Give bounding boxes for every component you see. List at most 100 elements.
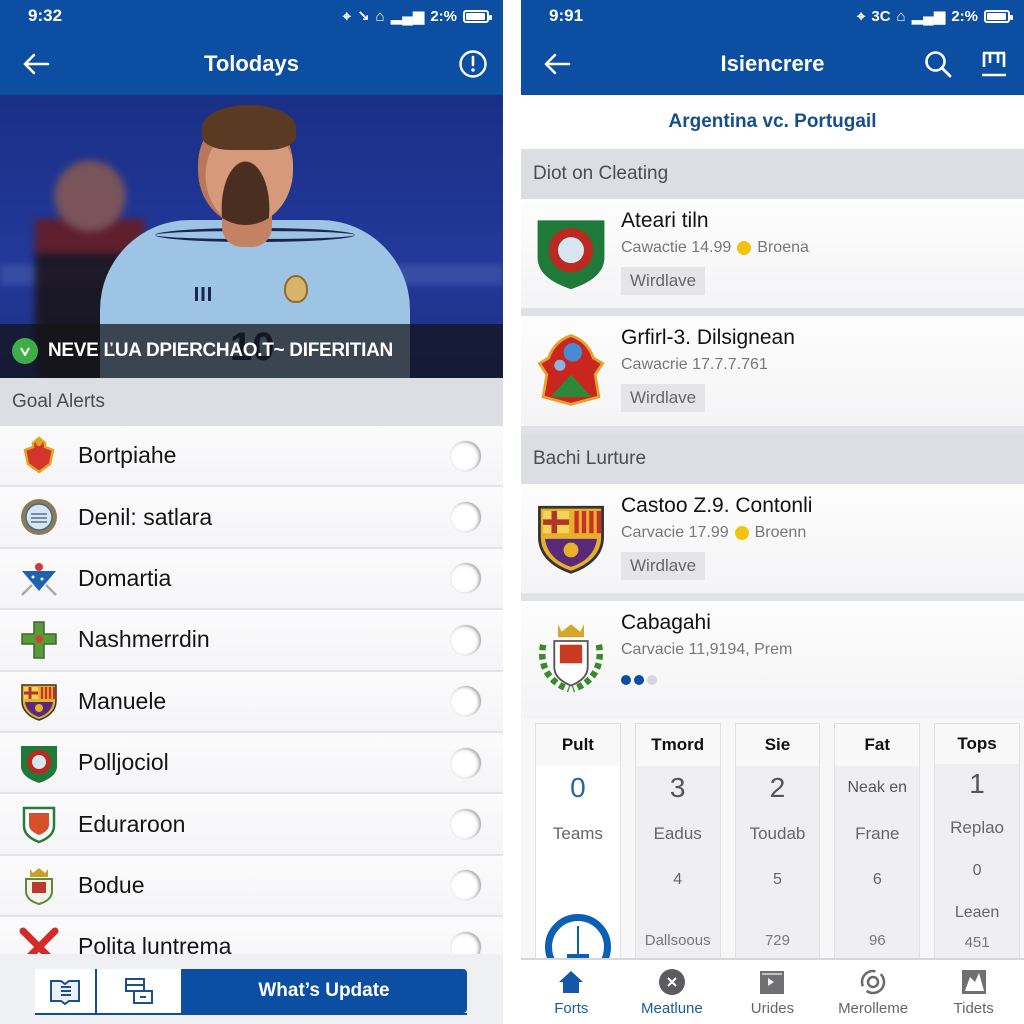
tab-forts[interactable]: Forts	[521, 960, 622, 1024]
home-network-icon: ⌂	[375, 7, 385, 25]
card-meta-row: Cawacrie 17.7.7.761	[621, 356, 795, 374]
tab-meatlune[interactable]: Meatlune	[622, 960, 723, 1024]
alert-toggle-radio[interactable]	[451, 624, 481, 655]
gauge-icon	[544, 914, 611, 962]
pager-dot[interactable]	[647, 675, 657, 685]
tab-tidets[interactable]: Tidets	[923, 960, 1024, 1024]
shirt-brand-icon	[190, 287, 216, 301]
goal-alert-row[interactable]: Polljociol	[0, 732, 503, 795]
stat-secondary: 6	[872, 871, 882, 888]
network-type-text: 3C	[871, 7, 891, 25]
bottom-tab-bar: Forts Meatlune Urides Merolleme Tidets	[521, 958, 1024, 1024]
striped-shield-crest-icon	[18, 678, 60, 724]
goal-alert-row[interactable]: Eduraroon	[0, 794, 503, 856]
alert-toggle-radio[interactable]	[451, 502, 481, 533]
team-name: Eduraroon	[78, 810, 186, 837]
read-button[interactable]	[35, 969, 97, 1013]
alert-button[interactable]	[449, 40, 497, 88]
green-shield-crest-icon	[521, 199, 621, 308]
round-seal-crest-icon	[18, 494, 60, 540]
tab-merolleme[interactable]: Merolleme	[823, 960, 924, 1024]
card-info: Ateari tiln Cawactie 14.99 Broena Wirdlave	[621, 199, 809, 308]
layout-button[interactable]	[97, 969, 181, 1013]
arrow-left-icon	[544, 53, 571, 74]
back-button[interactable]	[533, 40, 581, 88]
team-name: Bortpiahe	[78, 442, 177, 469]
goal-alert-row[interactable]: Bortpiahe	[0, 426, 503, 488]
team-name: Polljociol	[78, 749, 169, 776]
home-icon	[557, 968, 585, 996]
goal-alerts-header: Goal Alerts	[0, 378, 503, 426]
match-card[interactable]: Castoo Z.9. Contonli Carvacie 17.99 Broenn…	[521, 484, 1024, 601]
app-bar: Tolodays	[0, 32, 503, 95]
alert-toggle-radio[interactable]	[451, 440, 481, 471]
alert-toggle-radio[interactable]	[451, 809, 481, 840]
goal-alert-row[interactable]: Manuele	[0, 671, 503, 733]
card-meta-row: Carvacie 11,9194, Prem	[621, 641, 792, 659]
stat-header: Tmord	[635, 724, 720, 766]
goal-alert-row[interactable]: Bodue	[0, 855, 503, 918]
alert-toggle-radio[interactable]	[451, 870, 481, 901]
tab-label: Forts	[554, 1000, 589, 1017]
tray-button[interactable]	[970, 40, 1018, 88]
status-time: 9:32	[28, 6, 63, 25]
arrow-left-icon	[23, 53, 50, 74]
stat-column[interactable]: Pult 0 Teams	[535, 723, 621, 963]
stat-column[interactable]: Tops 1 Replao 0 Leaen 451	[934, 723, 1020, 963]
signal-icon: ▂▄▆	[390, 8, 425, 25]
card-tag[interactable]: Wirdlave	[621, 552, 706, 580]
pager-dot[interactable]	[621, 675, 631, 685]
section-header: Bachi Lurture	[521, 434, 1024, 484]
layout-icon	[125, 978, 153, 1004]
stat-column[interactable]: Fat Neak en Frane 6 96	[834, 723, 921, 963]
stat-value: Neak en	[847, 779, 908, 796]
card-pager	[621, 675, 792, 685]
battery-text: 2:%	[430, 7, 457, 25]
goal-alert-row[interactable]: Nashmerrdin	[0, 610, 503, 672]
goal-alert-row[interactable]: Denil: satlara	[0, 487, 503, 549]
card-tag[interactable]: Wirdlave	[621, 384, 706, 412]
card-title: Cabagahi	[621, 611, 711, 634]
target-icon	[859, 968, 887, 996]
team-name: Nashmerrdin	[78, 626, 210, 653]
card-title: Grfirl-3. Dilsignean	[621, 326, 795, 349]
match-card[interactable]: Ateari tiln Cawactie 14.99 Broena Wirdlave	[521, 199, 1024, 316]
tab-urides[interactable]: Urides	[722, 960, 823, 1024]
goal-alert-row[interactable]: Domartia	[0, 548, 503, 611]
section-header: Diot on Cleating	[521, 149, 1024, 199]
pager-dot[interactable]	[634, 675, 644, 685]
match-card[interactable]: Grfirl-3. Dilsignean Cawacrie 17.7.7.761 W…	[521, 316, 1024, 434]
card-meta-row: Carvacie 17.99 Broenn	[621, 524, 812, 542]
blue-chevron-crest-icon	[18, 555, 60, 601]
card-meta-row: Cawactie 14.99 Broena	[621, 239, 809, 257]
battery-icon	[984, 9, 1013, 23]
hero-caption: NEVE ĽUA DPIERCHAO.T~ DIFERITIAN	[0, 324, 503, 378]
hero-image[interactable]: 10 NEVE ĽUA DPIERCHAO.T~ DIFERITIAN	[0, 95, 503, 378]
stat-label: Frane	[855, 824, 900, 843]
signal-icon: ▂▄▆	[911, 8, 946, 25]
open-book-icon	[50, 980, 80, 1006]
alert-toggle-radio[interactable]	[451, 747, 481, 778]
card-info: Cabagahi Carvacie 11,9194, Prem	[621, 601, 792, 719]
alert-toggle-radio[interactable]	[451, 686, 481, 717]
shirt-crest-icon	[284, 275, 308, 303]
card-meta: Carvacie 11,9194, Prem	[621, 641, 793, 658]
stat-value: 3	[669, 772, 686, 803]
stat-column[interactable]: Tmord 3 Eadus 4 Dallsoous	[634, 723, 721, 963]
stat-secondary: 0	[972, 862, 982, 880]
card-tag[interactable]: Wirdlave	[621, 267, 706, 295]
alert-toggle-radio[interactable]	[451, 563, 481, 594]
back-button[interactable]	[12, 40, 60, 88]
card-meta: Cawacrie 17.7.7.761	[621, 356, 768, 373]
stat-column[interactable]: Sie 2 Toudab 5 729	[734, 723, 821, 963]
battery-text: 2:%	[951, 7, 978, 25]
search-button[interactable]	[914, 40, 962, 88]
action-group: What’s Update	[35, 969, 467, 1015]
hotspot-icon: ⌖	[856, 7, 866, 25]
match-card[interactable]: Cabagahi Carvacie 11,9194, Prem	[521, 601, 1024, 719]
left-phone-screen: 9:32 ⌖ ↘ ⌂ ▂▄▆ 2:% Tolodays 10	[0, 0, 503, 1024]
tab-label: Urides	[750, 1000, 795, 1017]
card-info: Castoo Z.9. Contonli Carvacie 17.99 Broenn…	[621, 484, 812, 593]
whats-update-button[interactable]: What’s Update	[181, 969, 467, 1013]
battery-icon	[463, 9, 492, 23]
